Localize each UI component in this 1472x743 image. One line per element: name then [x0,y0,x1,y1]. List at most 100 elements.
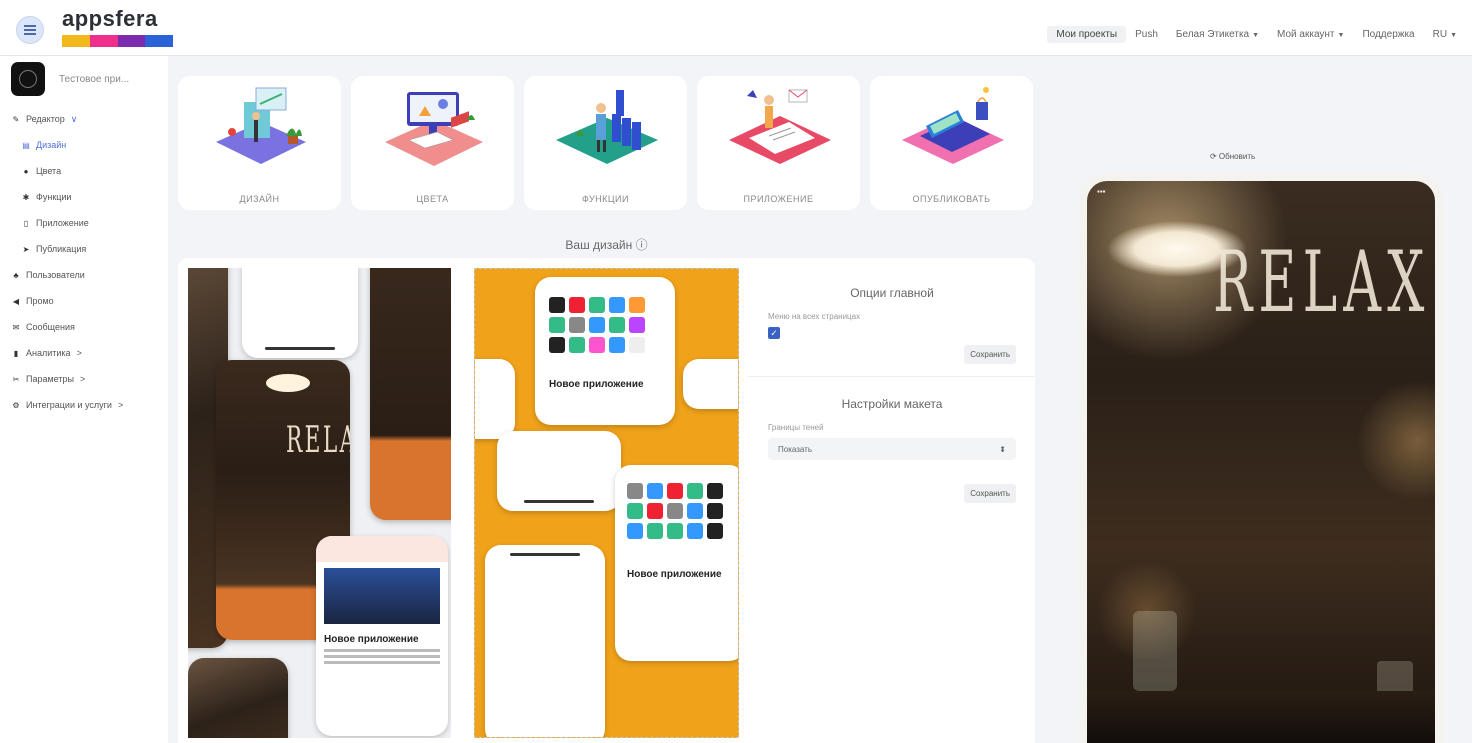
logo-color-purple [117,35,146,47]
nav-white-label[interactable]: Белая Этикетка ▼ [1167,26,1268,43]
shadow-borders-label: Границы теней [768,423,824,432]
layout-icon: ▤ [22,140,30,150]
sidebar-menu: ✎ Редактор ∨ ▤ Дизайн ● Цвета ✱ Функции ▯ Прил… [12,106,123,418]
tool-icon: ✂ [12,374,20,384]
home-options-title: Опции главной [850,286,934,300]
logo-text: appsfera [62,6,158,31]
step-design-label: ДИЗАЙН [239,194,280,204]
app-name: Тестовое при... [59,73,130,85]
cogs-icon: ⚙ [12,400,20,410]
sidebar-item-integrations[interactable]: ⚙ Интеграции и услуги > [12,392,123,418]
your-design-title: Ваш дизайн ⓘ [565,238,648,252]
status-bar: ▪▪▪ [1097,187,1106,196]
caret-down-icon: ▼ [1337,32,1345,39]
sidebar-item-promo[interactable]: ◀ Промо [12,288,123,314]
sample-text-lines [324,649,440,652]
phone-preview: ▪▪▪ RELAX [1079,174,1443,743]
sidebar-item-users[interactable]: ♣ Пользователи [12,262,123,288]
icon-grid [549,297,653,353]
layout-settings-title: Настройки макета [841,397,943,411]
lamp-glow [266,374,310,392]
sidebar-item-publication[interactable]: ➤ Публикация [12,236,123,262]
sidebar-item-functions[interactable]: ✱ Функции [12,184,123,210]
sidebar-item-analytics[interactable]: ▮ Аналитика > [12,340,123,366]
logo-color-bar [62,35,173,47]
nav-push[interactable]: Push [1126,26,1167,43]
step-application-label: ПРИЛОЖЕНИЕ [743,194,814,204]
header-strip [316,536,448,562]
table-edge [1087,691,1435,743]
bottle [1133,611,1177,691]
step-application[interactable]: ПРИЛОЖЕНИЕ [697,76,860,210]
sample-heading: Новое приложение [324,634,419,645]
sample-heading: Новое приложение [627,569,722,580]
step-publish[interactable]: ОПУБЛИКОВАТЬ [870,76,1033,210]
hamburger-menu-button[interactable] [16,16,44,44]
logo-color-yellow [62,35,90,47]
functions-illustration-icon [556,90,658,164]
step-functions-label: ФУНКЦИИ [582,194,629,204]
caret-down-icon: ▼ [1252,32,1260,39]
pencil-icon: ✎ [12,114,20,124]
icon-grid [627,483,731,539]
save-home-options-button[interactable]: Сохранить [964,345,1016,364]
step-design[interactable]: ДИЗАЙН [178,76,341,210]
app-avatar [11,62,45,96]
sidebar-item-editor[interactable]: ✎ Редактор ∨ [12,106,123,132]
select-arrows-icon: ⬍ [999,444,1006,454]
phone-icon: ▯ [23,218,29,228]
template-phone-preview: Новое приложение [535,277,675,425]
sample-heading: Новое приложение [549,379,644,390]
envelope-icon: ✉ [12,322,20,332]
chevron-right-icon: > [76,348,82,358]
nav-language[interactable]: RU ▼ [1424,26,1466,43]
top-navigation: Мои проекты Push Белая Этикетка ▼ Мой акк… [1047,26,1466,43]
nav-my-projects[interactable]: Мои проекты [1047,26,1127,43]
sidebar-item-messages[interactable]: ✉ Сообщения [12,314,123,340]
refresh-preview-button[interactable]: ⟳ Обновить [1210,152,1255,161]
shadow-borders-value: Показать [778,444,813,454]
menu-all-pages-checkbox[interactable]: ✓ [768,327,780,339]
template-phone-preview [242,268,358,358]
template-phone-preview [497,431,621,511]
appsfera-logo[interactable]: appsfera [62,6,173,47]
step-functions[interactable]: ФУНКЦИИ [524,76,687,210]
sidebar-item-parameters[interactable]: ✂ Параметры > [12,366,123,392]
relax-sign: RELAX [286,420,350,461]
top-bar: appsfera Мои проекты Push Белая Этикетка… [0,0,1472,56]
logo-color-blue [145,35,173,47]
template-phone-preview: Новое приложение [316,536,448,736]
nav-my-account[interactable]: Мой аккаунт ▼ [1268,26,1353,43]
settings-column: Опции главной Меню на всех страницах ✓ С… [748,268,1035,503]
application-illustration-icon [729,89,831,164]
shadow-borders-select[interactable]: Показать ⬍ [768,438,1016,460]
publish-illustration-icon [902,87,1004,164]
send-icon: ➤ [22,244,30,254]
sidebar-item-colors[interactable]: ● Цвета [12,158,123,184]
template-relax[interactable]: RELAX Новое приложение [188,268,451,738]
save-layout-settings-button[interactable]: Сохранить [964,484,1016,503]
template-phone-preview [370,268,451,520]
megaphone-icon: ◀ [12,296,20,306]
sidebar-item-design[interactable]: ▤ Дизайн [12,132,123,158]
template-phone-preview: Новое приложение [615,465,738,661]
template-phone-preview [683,359,738,409]
template-phone-preview [475,359,515,439]
app-selector[interactable]: Тестовое при... [11,62,129,96]
hero-photo [324,568,440,624]
design-illustration-icon [216,87,306,164]
sidebar-item-application[interactable]: ▯ Приложение [12,210,123,236]
template-phone-preview [188,658,288,738]
chevron-down-icon: ∨ [70,113,78,124]
chevron-right-icon: > [117,400,124,410]
step-colors[interactable]: ЦВЕТА [351,76,514,210]
step-colors-label: ЦВЕТА [416,194,449,204]
sidebar: Тестовое при... ✎ Редактор ∨ ▤ Дизайн ● Цвет… [0,56,168,743]
preview-screen: ▪▪▪ RELAX [1087,181,1435,743]
wizard-steps: ДИЗАЙН ЦВЕТА ФУНКЦИИ ПРИЛОЖЕНИЕ ОПУБЛИКО… [178,76,1033,210]
divider [748,376,1035,377]
nav-support[interactable]: Поддержка [1353,26,1423,43]
logo-color-pink [89,35,118,47]
template-icons[interactable]: Новое приложение Новое приложение [474,268,739,738]
template-phone-preview [485,545,605,737]
